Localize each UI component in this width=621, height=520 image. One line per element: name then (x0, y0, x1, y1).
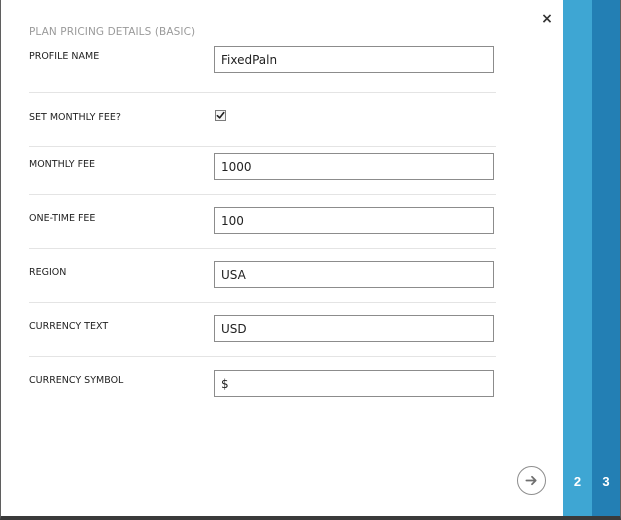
currency-text-input[interactable] (214, 315, 494, 342)
step-2-number: 2 (573, 474, 582, 489)
one-time-fee-row: ONE-TIME FEE (29, 195, 496, 249)
profile-name-label: PROFILE NAME (29, 51, 100, 62)
profile-name-input[interactable] (214, 46, 494, 73)
dialog-title: PLAN PRICING DETAILS (BASIC) (29, 26, 196, 38)
one-time-fee-input[interactable] (214, 207, 494, 234)
monthly-fee-row: MONTHLY FEE (29, 141, 496, 195)
arrow-right-icon (525, 475, 537, 486)
region-label: REGION (29, 267, 67, 278)
set-monthly-fee-row: SET MONTHLY FEE? (29, 93, 496, 147)
currency-text-row: CURRENCY TEXT (29, 303, 496, 357)
set-monthly-fee-label: SET MONTHLY FEE? (29, 112, 121, 123)
currency-symbol-label: CURRENCY SYMBOL (29, 375, 124, 386)
set-monthly-fee-checkbox[interactable] (215, 110, 226, 121)
currency-symbol-row: CURRENCY SYMBOL (29, 357, 496, 411)
next-button[interactable] (517, 466, 546, 495)
monthly-fee-label: MONTHLY FEE (29, 159, 96, 170)
close-button[interactable]: × (540, 12, 554, 26)
plan-pricing-dialog: × PLAN PRICING DETAILS (BASIC) PROFILE N… (1, 0, 563, 516)
wizard-step-3[interactable]: 3 (592, 0, 620, 516)
region-row: REGION (29, 249, 496, 303)
currency-text-label: CURRENCY TEXT (29, 321, 109, 332)
wizard-step-2[interactable]: 2 (563, 0, 592, 516)
wizard-window: × PLAN PRICING DETAILS (BASIC) PROFILE N… (0, 0, 621, 520)
checkmark-icon (216, 111, 225, 119)
currency-symbol-input[interactable] (214, 370, 494, 397)
step-3-number: 3 (602, 474, 610, 489)
profile-name-row: PROFILE NAME (29, 39, 496, 93)
monthly-fee-input[interactable] (214, 153, 494, 180)
one-time-fee-label: ONE-TIME FEE (29, 213, 96, 224)
region-input[interactable] (214, 261, 494, 288)
